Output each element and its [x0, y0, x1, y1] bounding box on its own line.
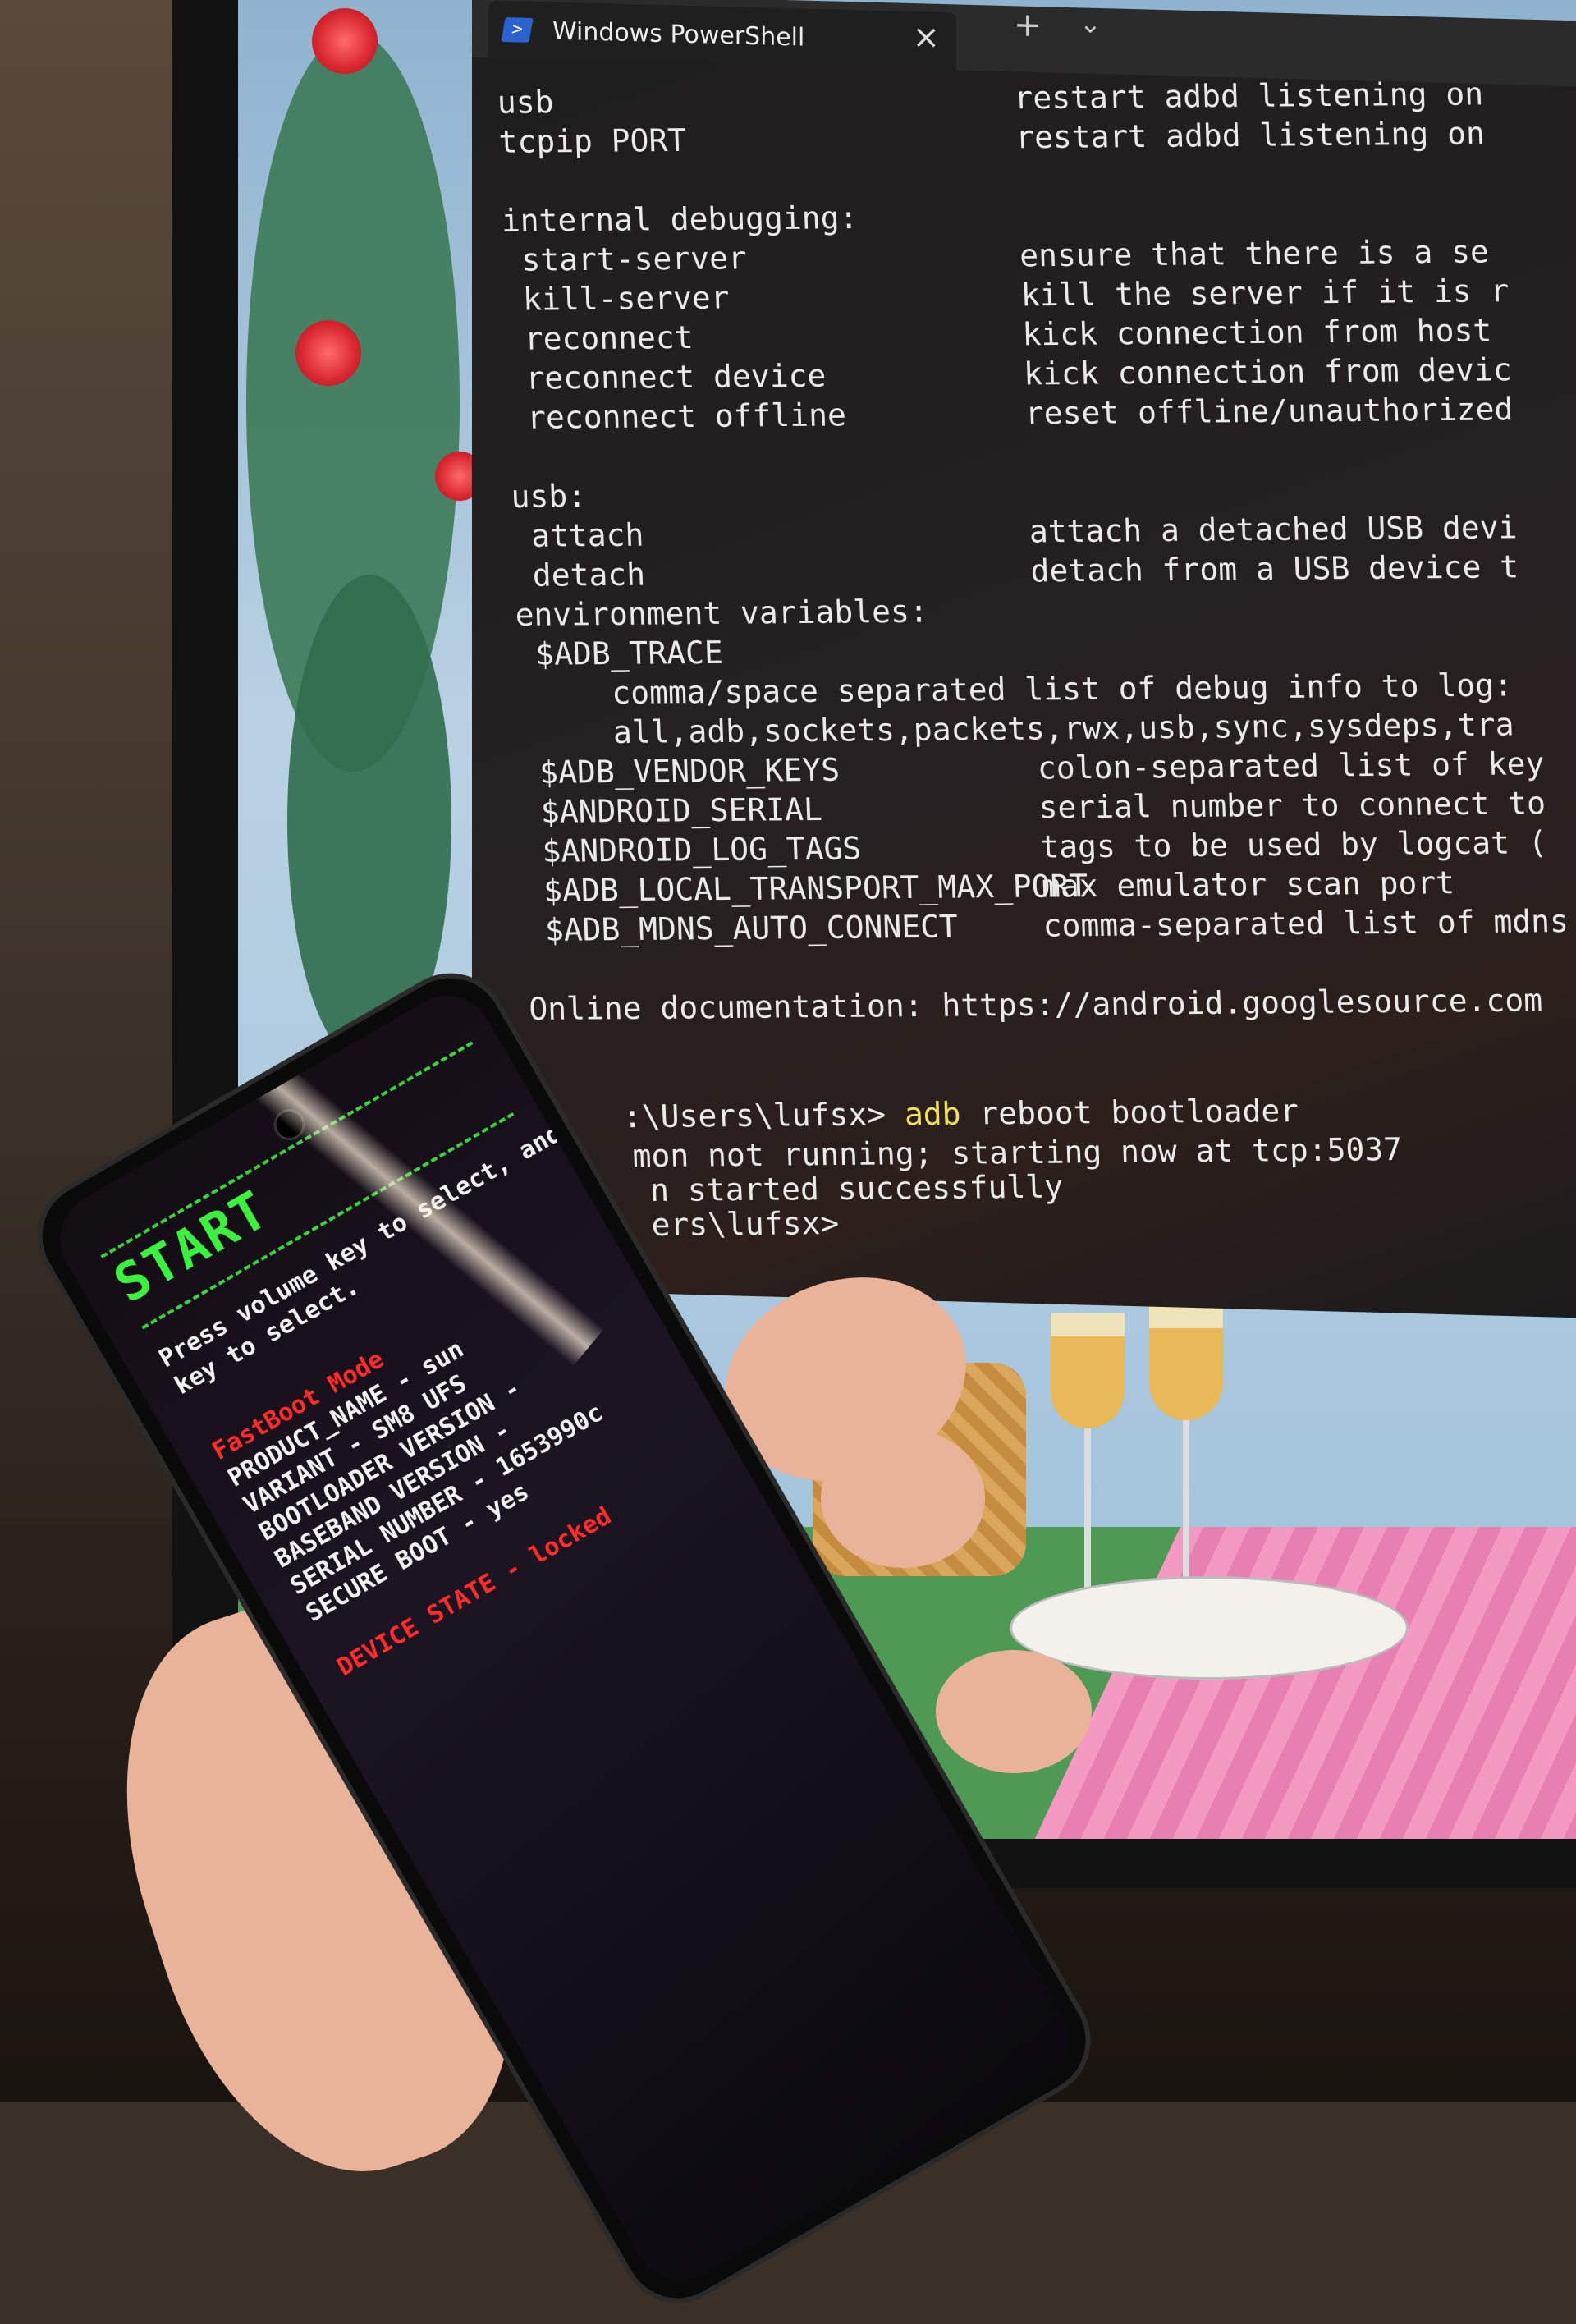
line-left: $ADB_VENDOR_KEYS — [520, 751, 841, 791]
hand — [936, 1650, 1092, 1773]
line-left: usb — [497, 84, 555, 121]
close-tab-button[interactable]: × — [912, 18, 940, 57]
line-description: max emulator scan port — [1041, 864, 1455, 905]
line-left: $ADB_MDNS_AUTO_CONNECT — [525, 908, 959, 949]
line-description: kick connection from devic — [1023, 351, 1513, 392]
tab-title: Windows PowerShell — [552, 16, 805, 53]
hand — [821, 1428, 985, 1568]
line-left: detach — [513, 556, 646, 594]
rose — [296, 320, 361, 386]
line-left: Online documentation: https://android.go… — [528, 982, 1543, 1028]
line-description: serial number to connect to — [1038, 785, 1546, 826]
line-description: tags to be used by logcat ( — [1039, 824, 1548, 865]
chevron-down-icon[interactable]: ⌄ — [1079, 7, 1102, 39]
line-description: attach a detached USB devi — [1029, 509, 1519, 550]
line-description: detach from a USB device t — [1029, 548, 1519, 589]
line-description: restart adbd listening on — [1015, 115, 1486, 156]
line-left: reconnect — [505, 319, 694, 357]
line-left: tcpip PORT — [497, 121, 687, 160]
rose — [312, 8, 378, 74]
line-description: kick connection from host — [1021, 312, 1492, 353]
command-name: adb — [904, 1095, 962, 1133]
line-description: comma-separated list of mdns — [1042, 903, 1569, 944]
powershell-icon: > — [501, 17, 534, 43]
device-state-value: locked — [525, 1501, 616, 1571]
line-left: reconnect offline — [507, 397, 847, 436]
champagne-glass — [1051, 1313, 1125, 1428]
line-left: $ADB_TRACE — [515, 634, 724, 673]
tab-windows-powershell[interactable]: > Windows PowerShell × — [488, 0, 956, 71]
line-description: reset offline/unauthorized — [1024, 391, 1514, 432]
line-left: $ADB_LOCAL_TRANSPORT_MAX_PORT — [524, 868, 1089, 910]
command-args: reboot bootloader — [960, 1093, 1299, 1132]
line-left: usb: — [510, 478, 587, 515]
new-tab-button[interactable]: + — [1014, 6, 1042, 44]
line-left: $ANDROID_LOG_TAGS — [522, 830, 862, 870]
line-left: $ANDROID_SERIAL — [521, 791, 823, 831]
champagne-glass — [1149, 1305, 1223, 1420]
line-left: attach — [511, 516, 645, 554]
line-description: restart adbd listening on — [1013, 76, 1484, 117]
line-left: internal debugging: — [501, 199, 859, 239]
line-left: reconnect device — [506, 357, 827, 397]
line-left: start-server — [502, 240, 748, 278]
line-description: ensure that there is a se — [1019, 233, 1490, 274]
line-left: comma/space separated list of debug info… — [517, 667, 1514, 713]
line-description: colon-separated list of key — [1037, 745, 1546, 786]
prompt: :\Users\lufsx> — [622, 1096, 905, 1135]
terminal-output[interactable]: usb restart adbd listening on tcpip PORT re… — [497, 74, 1569, 1243]
line-left: environment variables: — [514, 593, 929, 633]
line-left: kill-server — [503, 279, 731, 318]
powershell-window: > Windows PowerShell × + ⌄ usb restart ad… — [472, 0, 1576, 1318]
line-description: kill the server if it is r — [1020, 273, 1510, 314]
plate — [1010, 1576, 1409, 1680]
line-left: all,adb,sockets,packets,rwx,usb,sync,sys… — [518, 706, 1515, 752]
